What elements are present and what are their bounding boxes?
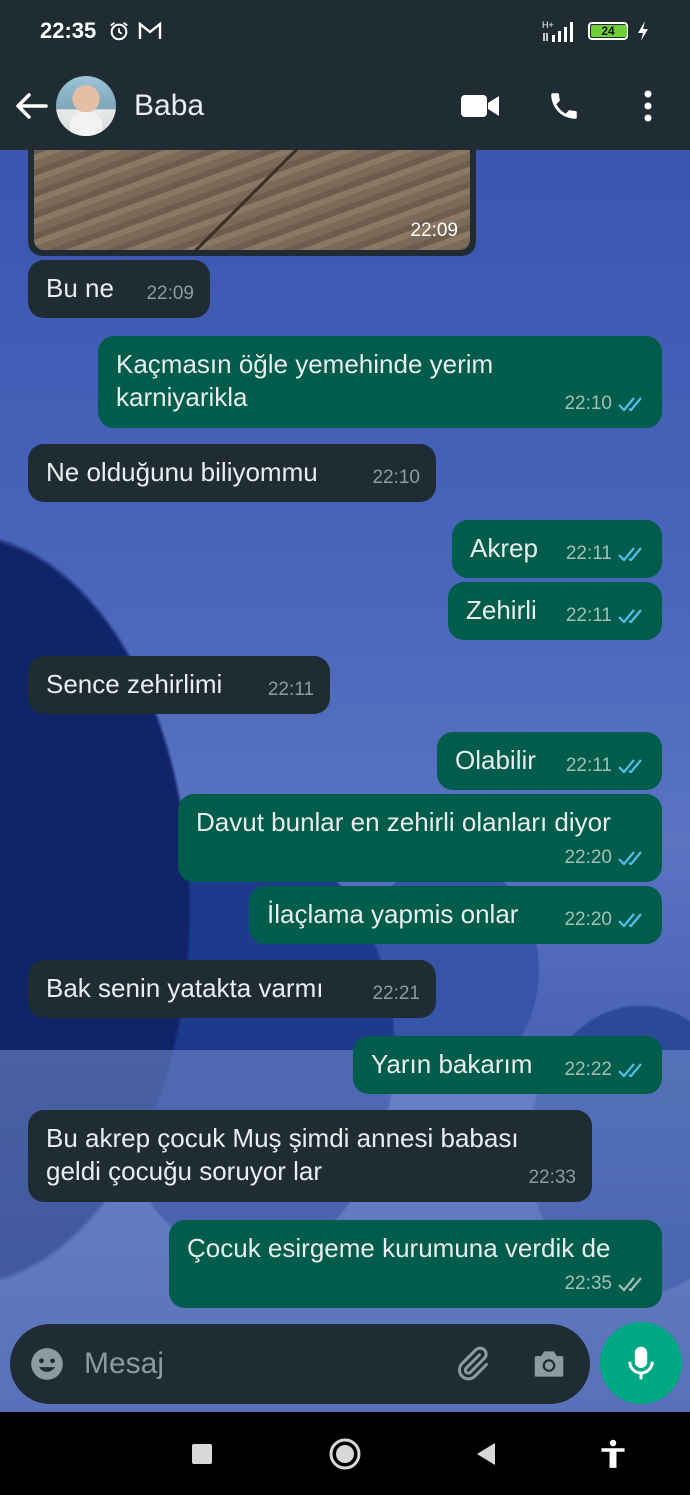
message-meta: 22:21 bbox=[372, 977, 420, 1010]
gmail-icon bbox=[139, 21, 162, 39]
system-nav-bar bbox=[0, 1412, 690, 1495]
read-ticks-icon bbox=[618, 1062, 642, 1078]
message-incoming[interactable]: Bu akrep çocuk Muş şimdi annesi babası g… bbox=[28, 1110, 592, 1202]
avatar[interactable] bbox=[56, 76, 116, 136]
more-options-button[interactable] bbox=[606, 76, 690, 136]
message-meta: 22:35 bbox=[564, 1267, 646, 1300]
message-text: Bak senin yatakta varmı bbox=[46, 973, 324, 1003]
message-text: Davut bunlar en zehirli olanları diyor bbox=[196, 807, 611, 837]
message-time: 22:11 bbox=[565, 543, 612, 564]
contact-name[interactable]: Baba bbox=[134, 89, 204, 123]
back-button[interactable] bbox=[6, 76, 56, 136]
read-ticks-icon bbox=[618, 608, 642, 624]
message-meta: 22:20 bbox=[564, 903, 646, 936]
message-meta: 22:10 bbox=[564, 387, 646, 420]
message-meta: 22:33 bbox=[528, 1161, 576, 1194]
svg-text:H+: H+ bbox=[542, 20, 554, 30]
message-text: Ne olduğunu biliyommu bbox=[46, 457, 318, 487]
message-input[interactable] bbox=[84, 1347, 424, 1381]
message-text: Bu akrep çocuk Muş şimdi annesi babası g… bbox=[46, 1123, 519, 1186]
message-composer bbox=[10, 1324, 590, 1404]
attach-icon[interactable] bbox=[452, 1344, 492, 1384]
image-message[interactable]: 22:09 bbox=[28, 150, 476, 256]
chat-header: Baba bbox=[0, 62, 690, 150]
nav-back-button[interactable] bbox=[466, 1434, 506, 1474]
message-time: 22:35 bbox=[564, 1273, 612, 1294]
video-call-button[interactable] bbox=[438, 76, 522, 136]
charging-icon bbox=[638, 21, 648, 41]
read-ticks-icon bbox=[618, 546, 642, 562]
message-incoming[interactable]: Ne olduğunu biliyommu 22:10 bbox=[28, 444, 436, 502]
message-outgoing[interactable]: Olabilir 22:11 bbox=[437, 732, 662, 790]
message-outgoing[interactable]: Kaçmasın öğle yemehinde yerim karniyarik… bbox=[98, 336, 662, 428]
recents-button[interactable] bbox=[182, 1434, 222, 1474]
message-time: 22:10 bbox=[564, 393, 612, 414]
home-button[interactable] bbox=[325, 1434, 365, 1474]
image-thumbnail[interactable]: 22:09 bbox=[34, 150, 470, 250]
status-bar: 22:35 H+ 24 bbox=[0, 0, 690, 62]
message-incoming[interactable]: Sence zehirlimi 22:11 bbox=[28, 656, 330, 714]
square-icon bbox=[192, 1444, 212, 1464]
read-ticks-icon bbox=[618, 758, 642, 774]
emoji-icon[interactable] bbox=[28, 1345, 66, 1383]
signal-icon: H+ bbox=[542, 20, 573, 42]
message-time: 22:11 bbox=[565, 605, 612, 626]
message-meta: 22:09 bbox=[146, 277, 194, 310]
message-time: 22:21 bbox=[372, 983, 420, 1004]
chat-wallpaper[interactable]: 22:09 Bu ne 22:09 Kaçmasın öğle yemehind… bbox=[0, 150, 690, 1412]
message-meta: 22:20 bbox=[564, 841, 646, 874]
message-text: Kaçmasın öğle yemehinde yerim karniyarik… bbox=[116, 349, 494, 412]
voice-record-button[interactable] bbox=[600, 1322, 682, 1404]
mic-icon bbox=[628, 1346, 654, 1380]
message-outgoing[interactable]: İlaçlama yapmis onlar 22:20 bbox=[249, 886, 662, 944]
message-outgoing[interactable]: Davut bunlar en zehirli olanları diyor 2… bbox=[178, 794, 662, 882]
read-ticks-icon bbox=[618, 912, 642, 928]
message-meta: 22:11 bbox=[566, 749, 646, 782]
accessibility-icon bbox=[601, 1439, 625, 1468]
read-ticks-icon bbox=[618, 850, 642, 866]
phone-icon bbox=[551, 93, 577, 119]
battery-icon: 24 bbox=[588, 22, 628, 40]
message-text: Çocuk esirgeme kurumuna verdik de bbox=[187, 1233, 611, 1263]
message-outgoing[interactable]: Yarın bakarım 22:22 bbox=[353, 1036, 662, 1094]
message-time: 22:09 bbox=[410, 220, 458, 241]
message-outgoing[interactable]: Çocuk esirgeme kurumuna verdik de 22:35 bbox=[169, 1220, 662, 1308]
message-time: 22:11 bbox=[267, 679, 314, 700]
message-meta: 22:22 bbox=[564, 1053, 646, 1086]
message-outgoing[interactable]: Akrep 22:11 bbox=[452, 520, 662, 578]
message-time: 22:11 bbox=[565, 755, 612, 776]
accessibility-button[interactable] bbox=[593, 1434, 633, 1474]
read-ticks-icon bbox=[618, 396, 642, 412]
message-time: 22:20 bbox=[564, 847, 612, 868]
delivered-ticks-icon bbox=[618, 1276, 642, 1292]
message-time: 22:33 bbox=[528, 1167, 576, 1188]
message-outgoing[interactable]: Zehirli 22:11 bbox=[448, 582, 662, 640]
more-vert-icon bbox=[644, 90, 652, 122]
message-meta: 22:10 bbox=[372, 461, 420, 494]
video-call-icon bbox=[461, 95, 499, 117]
alarm-icon bbox=[110, 22, 129, 41]
voice-call-button[interactable] bbox=[522, 76, 606, 136]
back-arrow-icon bbox=[16, 93, 48, 119]
message-time: 22:10 bbox=[372, 467, 420, 488]
status-time: 22:35 bbox=[40, 18, 97, 43]
message-incoming[interactable]: Bak senin yatakta varmı 22:21 bbox=[28, 960, 436, 1018]
message-time: 22:09 bbox=[146, 283, 194, 304]
home-circle-icon bbox=[329, 1438, 361, 1470]
message-incoming[interactable]: Bu ne 22:09 bbox=[28, 260, 210, 318]
message-meta: 22:11 bbox=[566, 599, 646, 632]
message-time: 22:22 bbox=[564, 1059, 612, 1080]
message-time: 22:20 bbox=[564, 909, 612, 930]
message-meta: 22:11 bbox=[566, 537, 646, 570]
camera-icon[interactable] bbox=[530, 1345, 568, 1383]
message-meta: 22:11 bbox=[268, 673, 314, 706]
triangle-back-icon bbox=[477, 1443, 495, 1465]
battery-level: 24 bbox=[601, 24, 615, 38]
